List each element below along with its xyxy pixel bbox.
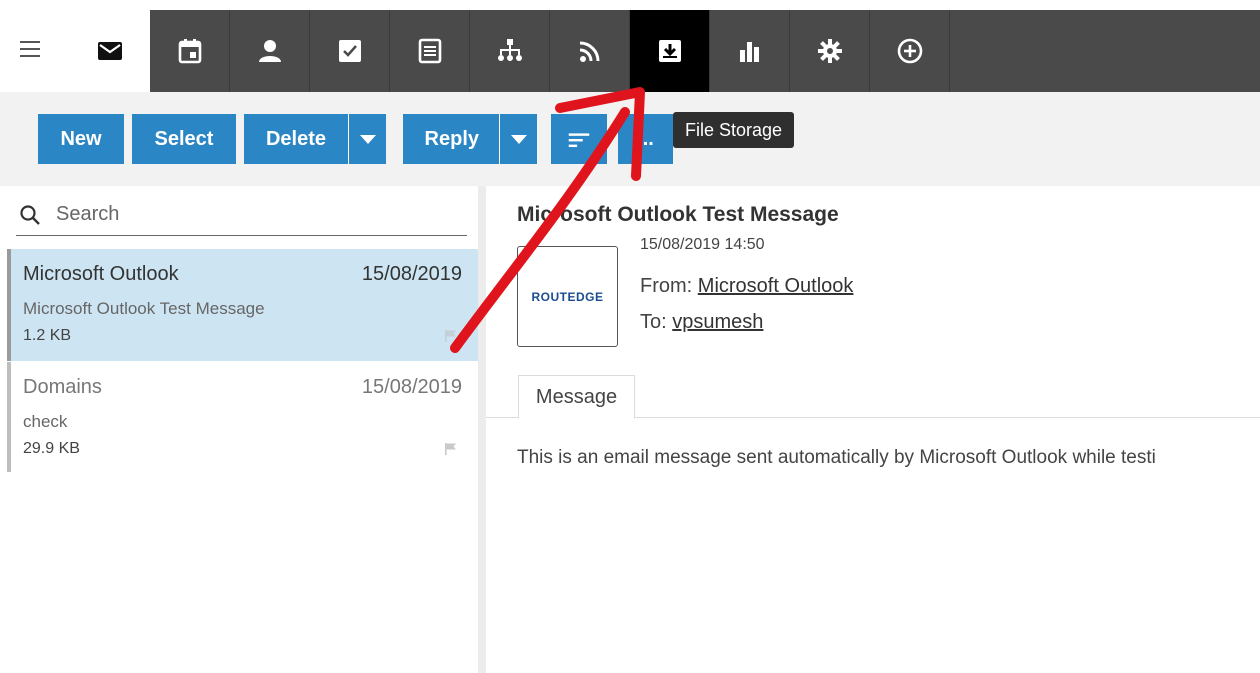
file-storage-tooltip: File Storage (673, 112, 795, 148)
tab-mail[interactable] (70, 10, 150, 92)
message-size: 29.9 KB (23, 440, 80, 457)
search-icon (20, 204, 40, 225)
search-bar (16, 194, 467, 236)
message-subject: Microsoft Outlook Test Message (23, 299, 265, 318)
message-title: Microsoft Outlook Test Message (517, 203, 839, 226)
chevron-down-icon (359, 134, 376, 144)
message-timestamp: 15/08/2019 14:50 (640, 236, 765, 253)
tab-calendar[interactable] (150, 10, 230, 92)
recipient-link[interactable]: vpsumesh (672, 311, 763, 333)
tab-settings[interactable] (790, 10, 870, 92)
sort-button[interactable] (551, 114, 607, 164)
message-sender: Domains (23, 376, 102, 398)
message-indicator-bar (7, 249, 11, 361)
sender-avatar: ROUTEDGE (517, 246, 618, 347)
to-label: To: (640, 311, 673, 333)
tab-file-storage[interactable] (630, 10, 710, 92)
sort-icon (568, 133, 590, 148)
from-label: From: (640, 275, 698, 297)
tab-add[interactable] (870, 10, 950, 92)
message-to: To: vpsumesh (640, 311, 763, 334)
sitemap-icon (497, 39, 522, 61)
plus-circle-icon (897, 38, 922, 64)
new-button[interactable]: New (38, 114, 124, 164)
tab-message[interactable]: Message (518, 375, 635, 419)
tab-tasks[interactable] (310, 10, 390, 92)
company-logo: ROUTEDGE (531, 289, 604, 304)
mail-toolbar: New Select Delete Reply ... (0, 92, 1260, 186)
contact-icon (258, 40, 281, 62)
tab-reports[interactable] (710, 10, 790, 92)
select-button[interactable]: Select (132, 114, 236, 164)
app-navbar (0, 10, 1260, 92)
flag-icon[interactable] (444, 442, 458, 456)
tab-notes[interactable] (390, 10, 470, 92)
message-list-item[interactable]: Domains 15/08/2019 check 29.9 KB (7, 362, 478, 472)
message-subject: check (23, 412, 68, 431)
message-from: From: Microsoft Outlook (640, 275, 853, 298)
chevron-down-icon (510, 134, 527, 144)
message-size: 1.2 KB (23, 327, 72, 344)
calendar-icon (178, 39, 201, 64)
mail-icon (98, 42, 122, 60)
sender-link[interactable]: Microsoft Outlook (698, 275, 854, 297)
reply-button[interactable]: Reply (403, 114, 499, 164)
delete-dropdown-button[interactable] (348, 114, 386, 164)
message-body: This is an email message sent automatica… (517, 447, 1156, 468)
message-sender: Microsoft Outlook (23, 263, 179, 285)
bar-chart-icon (739, 42, 759, 62)
gear-icon (817, 39, 842, 63)
checkbox-icon (338, 40, 361, 62)
rss-icon (579, 41, 599, 62)
delete-button[interactable]: Delete (244, 114, 348, 164)
search-input[interactable] (56, 203, 436, 226)
pane-divider[interactable] (478, 186, 486, 673)
message-indicator-bar (7, 362, 11, 472)
more-button[interactable]: ... (618, 114, 673, 164)
tab-network[interactable] (470, 10, 550, 92)
file-storage-icon (658, 40, 681, 62)
flag-icon[interactable] (444, 329, 458, 343)
reply-dropdown-button[interactable] (499, 114, 537, 164)
notes-icon (418, 38, 441, 64)
tab-rss[interactable] (550, 10, 630, 92)
message-date: 15/08/2019 (361, 263, 462, 285)
tab-contacts[interactable] (230, 10, 310, 92)
message-list-item[interactable]: Microsoft Outlook 15/08/2019 Microsoft O… (7, 249, 478, 361)
hamburger-menu-icon[interactable] (18, 36, 42, 66)
message-date: 15/08/2019 (361, 376, 462, 398)
